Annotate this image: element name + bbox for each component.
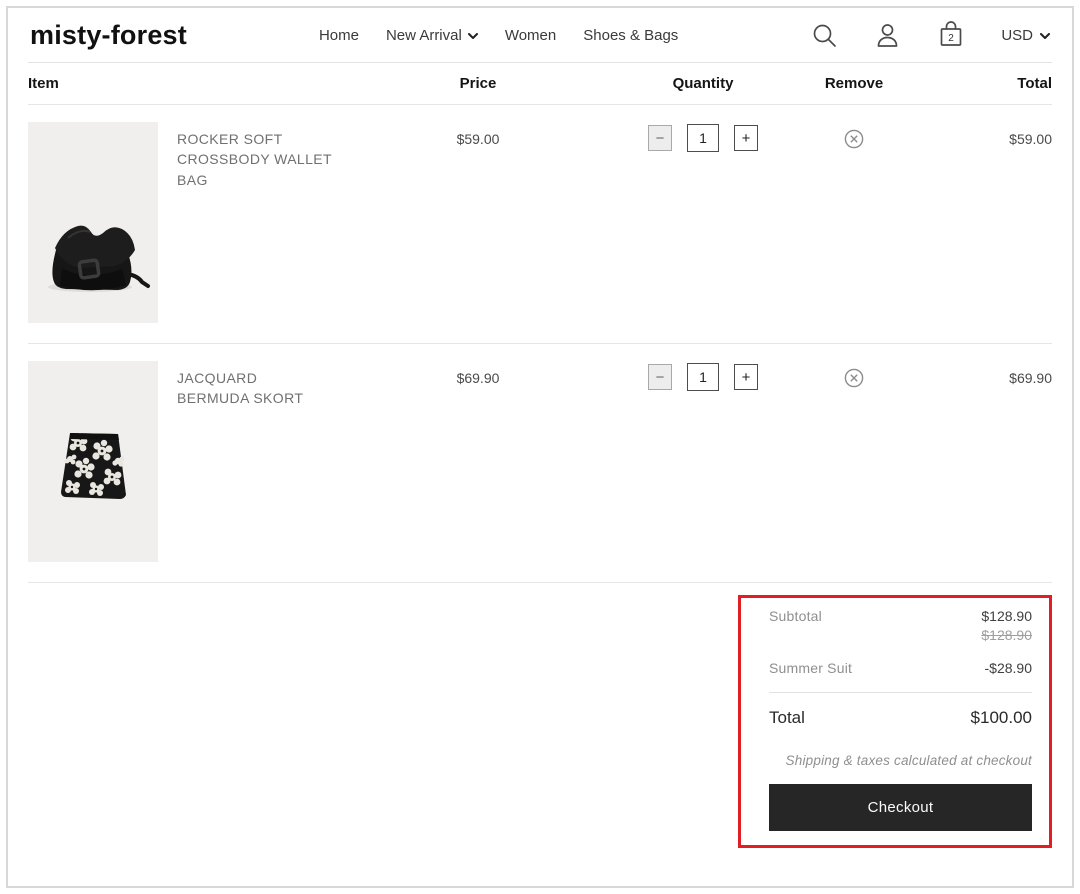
chevron-down-icon	[1040, 27, 1050, 44]
subtotal-value: $128.90	[981, 608, 1032, 624]
site-header: misty-forest Home New Arrival Women Shoe…	[28, 8, 1052, 63]
remove-item-icon[interactable]	[843, 128, 865, 150]
column-header-quantity: Quantity	[672, 75, 734, 92]
search-icon[interactable]	[811, 22, 838, 49]
column-header-total: Total	[1017, 75, 1052, 92]
product-image-skort[interactable]	[28, 361, 158, 562]
order-summary-highlight-box: Subtotal $128.90 $128.90 Summer Suit -$2…	[738, 595, 1052, 848]
cart-count-badge: 2	[949, 33, 955, 44]
product-price: $69.90	[456, 370, 500, 386]
nav-label: Shoes & Bags	[583, 26, 679, 44]
total-row: Total $100.00	[769, 708, 1032, 728]
subtotal-label: Subtotal	[769, 608, 822, 624]
product-price: $59.00	[456, 131, 500, 147]
product-title[interactable]: ROCKER SOFT CROSSBODY WALLET BAG	[177, 129, 332, 323]
quantity-increase-button[interactable]: +	[734, 125, 758, 151]
nav-label: Home	[318, 26, 359, 44]
cart-row-bag: ROCKER SOFT CROSSBODY WALLET BAG $59.00 …	[28, 105, 1052, 344]
nav-item-home[interactable]: Home	[319, 27, 359, 44]
nav-label: Women	[504, 26, 557, 44]
cart-bag-icon[interactable]: 2	[937, 20, 965, 50]
line-total: $59.00	[1009, 131, 1052, 147]
quantity-decrease-button[interactable]: −	[648, 364, 672, 390]
currency-selector[interactable]: USD	[1001, 27, 1050, 44]
nav-item-women[interactable]: Women	[505, 27, 556, 44]
shipping-taxes-note: Shipping & taxes calculated at checkout	[785, 753, 1032, 768]
quantity-stepper: − +	[648, 124, 758, 152]
subtotal-row: Subtotal $128.90	[769, 608, 1032, 624]
product-title[interactable]: JACQUARD BERMUDA SKORT	[177, 368, 332, 562]
nav-label: New Arrival	[385, 26, 462, 44]
column-header-item: Item	[28, 75, 59, 92]
nav-item-shoes-bags[interactable]: Shoes & Bags	[583, 27, 678, 44]
line-total: $69.90	[1009, 370, 1052, 386]
column-header-remove: Remove	[824, 75, 884, 92]
quantity-input[interactable]	[687, 363, 719, 391]
discount-label: Summer Suit	[769, 660, 853, 676]
header-actions: 2 USD	[811, 20, 1050, 50]
discount-value: -$28.90	[984, 660, 1032, 676]
cart-table-header: Item Price Quantity Remove Total	[28, 63, 1052, 105]
quantity-decrease-button[interactable]: −	[648, 125, 672, 151]
subtotal-original-strikethrough: $128.90	[981, 627, 1032, 643]
total-label: Total	[769, 708, 805, 727]
brand-logo[interactable]: misty-forest	[30, 20, 187, 51]
cart-row-skort: JACQUARD BERMUDA SKORT $69.90 − +	[28, 344, 1052, 583]
quantity-input[interactable]	[687, 124, 719, 152]
column-header-price: Price	[459, 75, 497, 92]
quantity-increase-button[interactable]: +	[734, 364, 758, 390]
total-value: $100.00	[970, 708, 1032, 727]
discount-row: Summer Suit -$28.90	[769, 660, 1032, 676]
remove-item-icon[interactable]	[843, 367, 865, 389]
quantity-stepper: − +	[648, 363, 758, 391]
product-image-bag[interactable]	[28, 122, 158, 323]
user-account-icon[interactable]	[874, 22, 901, 49]
nav-item-new-arrival[interactable]: New Arrival	[386, 27, 478, 44]
main-nav: Home New Arrival Women Shoes & Bags	[319, 27, 678, 44]
page-frame: misty-forest Home New Arrival Women Shoe…	[6, 6, 1074, 888]
currency-label: USD	[1001, 26, 1033, 44]
chevron-down-icon	[467, 27, 478, 44]
summary-divider	[769, 692, 1032, 693]
checkout-button[interactable]: Checkout	[769, 784, 1032, 831]
